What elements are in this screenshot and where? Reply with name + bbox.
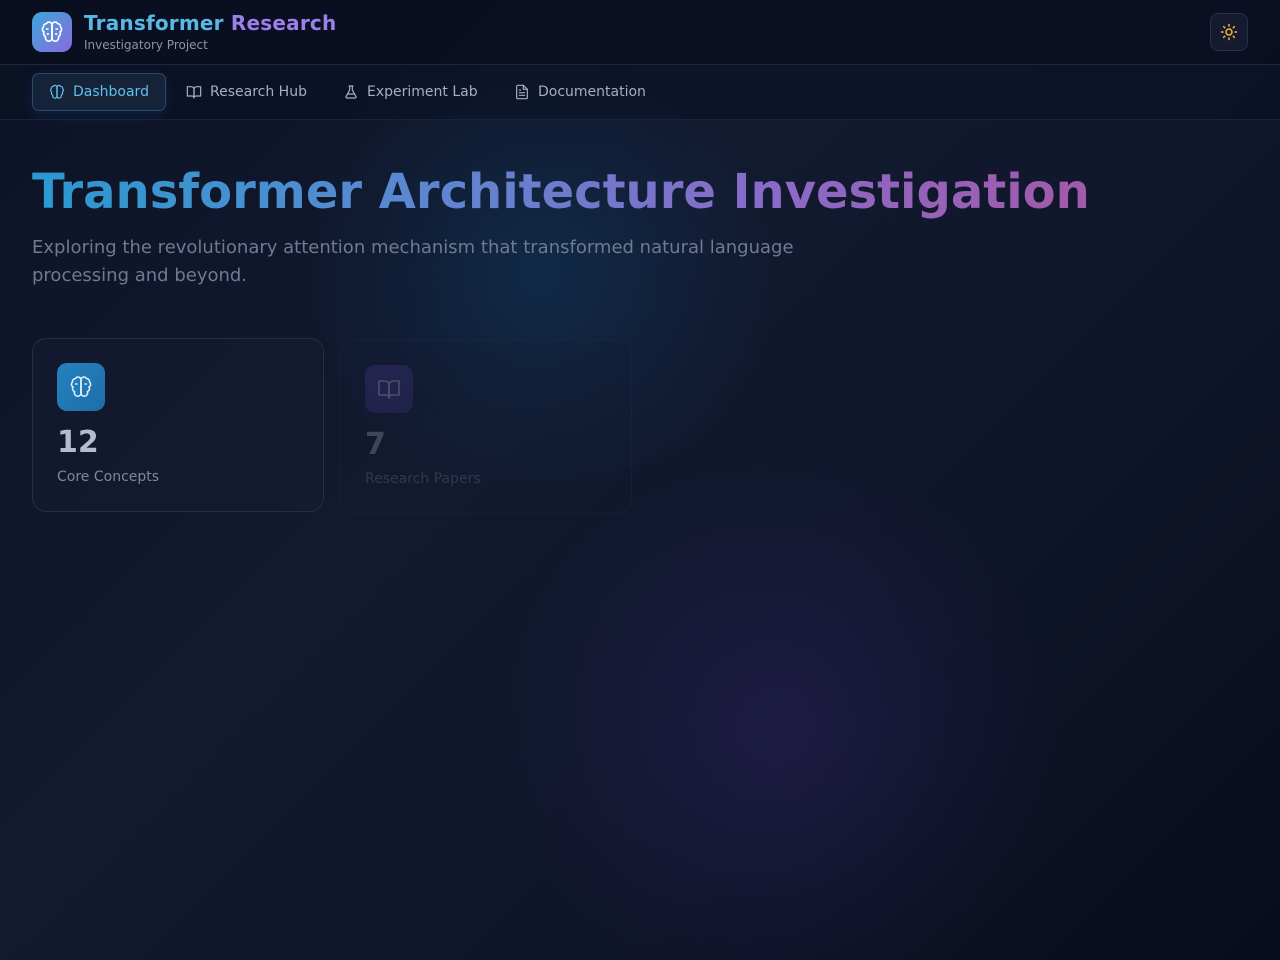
nav-tab-label: Research Hub: [210, 84, 307, 100]
nav-tab-label: Experiment Lab: [367, 84, 478, 100]
stat-label: Research Papers: [365, 471, 481, 487]
stat-card-icon: [57, 363, 105, 411]
stat-card-icon: [365, 365, 413, 413]
stat-card-core-concepts[interactable]: 12 Core Concepts: [32, 338, 324, 512]
document-icon: [516, 84, 528, 100]
brand-title: Transformer Research: [84, 11, 336, 35]
brand-title-primary: Transformer: [84, 11, 224, 35]
nav-tab-label: Documentation: [538, 84, 646, 100]
brain-icon: [41, 21, 63, 42]
nav-tab-documentation[interactable]: Documentation: [498, 73, 662, 111]
background-glow-purple: [480, 470, 1080, 960]
theme-toggle-button[interactable]: [1210, 13, 1248, 51]
app-logo[interactable]: [32, 12, 72, 52]
sun-icon: [1220, 23, 1238, 41]
book-open-icon: [378, 380, 400, 399]
page-subtitle: Exploring the revolutionary attention me…: [32, 237, 794, 286]
nav-tab-research-hub[interactable]: Research Hub: [170, 73, 323, 111]
stat-card-research-papers[interactable]: 7 Research Papers: [340, 340, 632, 514]
brain-icon: [50, 84, 64, 99]
book-open-icon: [186, 86, 202, 99]
stat-value: 12: [57, 425, 99, 460]
nav-tab-dashboard[interactable]: Dashboard: [32, 73, 166, 111]
page-title: Transformer Architecture Investigation: [32, 164, 1090, 220]
nav-tab-experiment-lab[interactable]: Experiment Lab: [327, 73, 494, 111]
main-nav: Dashboard Research Hub Experiment Lab Do…: [0, 65, 1280, 120]
brand-subtitle: Investigatory Project: [84, 38, 208, 52]
app-header: Transformer Research Investigatory Proje…: [0, 0, 1280, 65]
nav-tab-label: Dashboard: [73, 84, 149, 100]
brain-icon: [70, 376, 92, 397]
brand-title-secondary: Research: [230, 11, 337, 35]
stat-value: 7: [365, 427, 386, 462]
stat-label: Core Concepts: [57, 469, 160, 485]
flask-icon: [345, 85, 357, 99]
